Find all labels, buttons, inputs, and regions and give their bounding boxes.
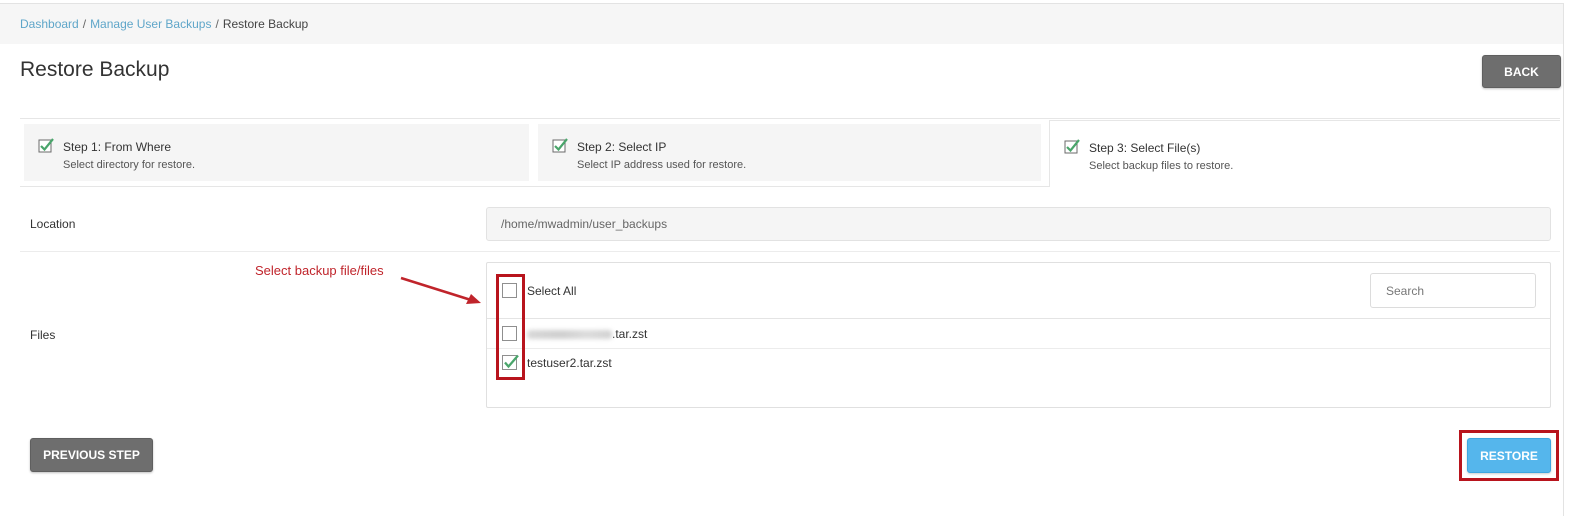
page-title: Restore Backup xyxy=(20,58,170,81)
step-subtitle: Select directory for restore. xyxy=(63,159,196,171)
step-subtitle: Select backup files to restore. xyxy=(1089,160,1234,172)
file-row-divider xyxy=(487,348,1550,349)
location-field: /home/mwadmin/user_backups xyxy=(486,207,1551,241)
step-title: Step 3: Select File(s) xyxy=(1089,141,1201,155)
file-name: .tar.zst xyxy=(527,327,647,341)
step-title: Step 2: Select IP xyxy=(577,140,667,154)
step-checked-icon xyxy=(552,138,568,153)
redacted-filename xyxy=(527,330,612,340)
previous-step-button[interactable]: PREVIOUS STEP xyxy=(30,438,153,472)
annotation-highlight-checkboxes xyxy=(496,274,525,380)
frame-right-border xyxy=(1563,3,1564,516)
step-checked-icon xyxy=(1064,139,1080,154)
search-input[interactable]: Search xyxy=(1370,273,1536,308)
step-subtitle: Select IP address used for restore. xyxy=(577,159,747,171)
restore-button[interactable]: RESTORE xyxy=(1467,438,1551,473)
file-name-suffix: .tar.zst xyxy=(612,327,648,341)
breadcrumb-separator: / xyxy=(82,17,87,31)
select-all-label: Select All xyxy=(527,284,577,298)
breadcrumb-separator: / xyxy=(215,17,219,31)
wizard-step-2[interactable]: Step 2: Select IP Select IP address used… xyxy=(538,124,1041,181)
breadcrumb: Dashboard / Manage User Backups / Restor… xyxy=(0,4,1563,44)
row-divider xyxy=(20,251,1560,252)
wizard-step-3-content: Step 3: Select File(s) Select backup fil… xyxy=(1050,125,1550,182)
breadcrumb-dashboard-link[interactable]: Dashboard xyxy=(20,17,79,31)
breadcrumb-manage-backups-link[interactable]: Manage User Backups xyxy=(90,17,211,31)
files-list: Select All Search .tar.zst testuser2.tar… xyxy=(486,262,1551,408)
file-name: testuser2.tar.zst xyxy=(527,356,612,370)
files-label: Files xyxy=(30,328,56,342)
annotation-arrow-icon xyxy=(400,276,481,304)
wizard-steps: Step 1: From Where Select directory for … xyxy=(20,120,1560,187)
wizard-step-3[interactable]: Step 3: Select File(s) Select backup fil… xyxy=(1049,120,1560,187)
back-button[interactable]: BACK xyxy=(1482,55,1561,88)
wizard-step-1[interactable]: Step 1: From Where Select directory for … xyxy=(24,124,529,181)
breadcrumb-current: Restore Backup xyxy=(222,17,309,31)
files-header-divider xyxy=(487,318,1550,319)
step-title: Step 1: From Where xyxy=(63,140,172,154)
location-label: Location xyxy=(30,217,76,231)
restore-backup-page: Dashboard / Manage User Backups / Restor… xyxy=(0,0,1587,516)
annotation-text: Select backup file/files xyxy=(255,263,384,278)
step-checked-icon xyxy=(38,138,54,153)
title-divider xyxy=(20,118,1560,119)
steps-divider xyxy=(20,186,1049,187)
